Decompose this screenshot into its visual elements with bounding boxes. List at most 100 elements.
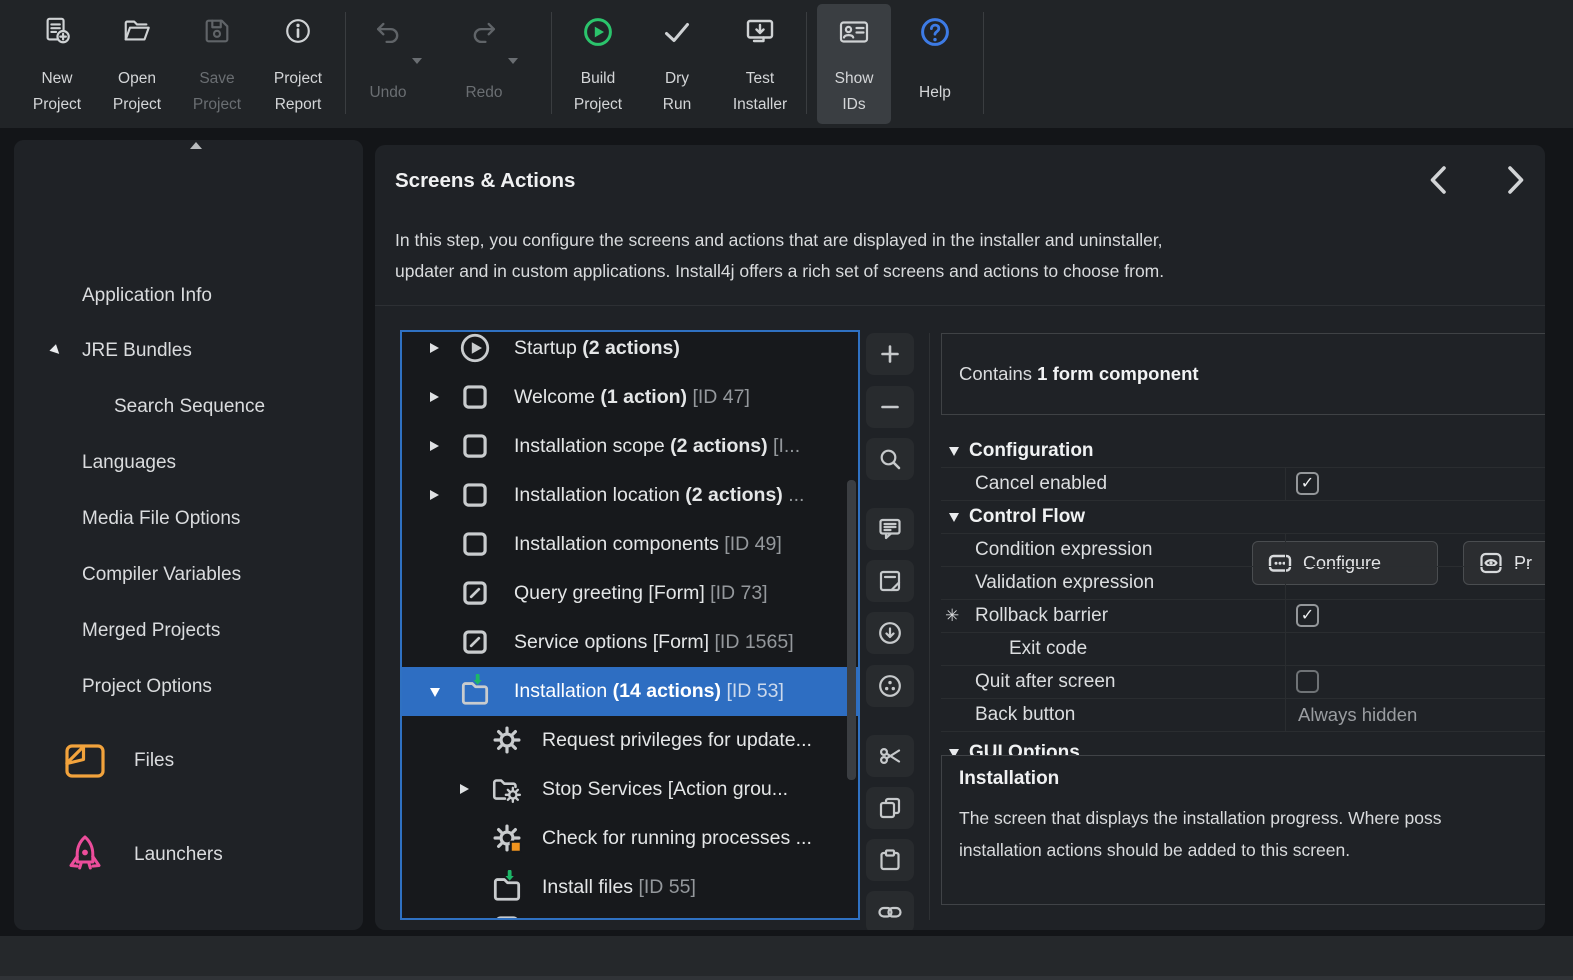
ribbon-button-build-project[interactable]: BuildProject	[561, 4, 635, 124]
ribbon-button-open-project[interactable]: OpenProject	[100, 4, 174, 124]
tree-expander-collapsed-icon[interactable]	[430, 441, 439, 451]
sidebar-item-languages[interactable]: Languages	[82, 448, 176, 478]
form-component-bar: Contains 1 form component Configure Pr	[941, 333, 1545, 415]
sidebar-item-jre-bundles[interactable]: JRE Bundles	[82, 336, 192, 366]
nav-previous-step-button[interactable]	[1425, 163, 1459, 197]
launchers-icon	[62, 832, 108, 878]
ribbon-button-project-report[interactable]: ProjectReport	[261, 4, 335, 124]
tree-row-welcome[interactable]: Welcome (1 action) [ID 47]	[402, 373, 858, 422]
tree-row-label: Request privileges for update...	[542, 716, 812, 765]
cut-button[interactable]	[866, 735, 914, 777]
ribbon-dropdown-arrow-icon[interactable]	[412, 58, 422, 64]
sidebar-item-launchers[interactable]: Launchers	[134, 840, 223, 870]
copy-button[interactable]	[866, 787, 914, 829]
sidebar-item-project-options[interactable]: Project Options	[82, 672, 212, 702]
ribbon-dropdown-arrow-icon[interactable]	[508, 58, 518, 64]
tree-row-id-badge: [I...	[773, 435, 800, 457]
tree-row-installation-components[interactable]: Installation components [ID 49]	[402, 520, 858, 569]
ribbon-button-undo[interactable]: Undo	[351, 4, 425, 124]
nav-next-step-button[interactable]	[1495, 163, 1529, 197]
remove-button[interactable]	[866, 386, 914, 428]
add-screen-button[interactable]	[866, 508, 914, 550]
property-value-cell[interactable]	[1285, 567, 1545, 599]
installer-icon	[62, 927, 108, 930]
gear-icon	[490, 723, 524, 757]
contains-label: Contains 1 form component	[959, 334, 1199, 414]
ribbon-button-test-installer[interactable]: TestInstaller	[723, 4, 797, 124]
add-icon	[877, 341, 903, 367]
ribbon-button-help[interactable]: Help	[898, 4, 972, 124]
property-value-cell[interactable]	[1285, 633, 1545, 665]
tree-scrollbar-thumb[interactable]	[847, 480, 856, 780]
sidebar-item-media-file-options[interactable]: Media File Options	[82, 504, 240, 534]
page-description-line2: updater and in custom applications. Inst…	[395, 256, 1164, 287]
expanded-indicator-icon[interactable]: ▶	[49, 342, 64, 357]
tree-expander-expanded-icon[interactable]	[430, 688, 440, 697]
tree-row-partial[interactable]	[402, 904, 858, 920]
section-collapse-icon[interactable]	[949, 447, 959, 456]
property-row-back-button: Back buttonAlways hidden	[941, 699, 1545, 732]
chevron-right-icon	[1495, 163, 1529, 197]
add-action-group-button[interactable]	[866, 665, 914, 707]
tree-expander-collapsed-icon[interactable]	[430, 343, 439, 353]
search-button[interactable]	[866, 438, 914, 480]
property-value-cell[interactable]: ✓	[1285, 468, 1545, 500]
contains-count: 1 form component	[1037, 363, 1198, 384]
sidebar-scroll-up-icon[interactable]	[190, 142, 202, 149]
page-description: In this step, you configure the screens …	[395, 225, 1164, 287]
tree-row-request-privileges-for-update[interactable]: Request privileges for update...	[402, 716, 858, 765]
ribbon-button-label: ShowIDs	[817, 66, 891, 118]
build-project-icon	[582, 16, 614, 48]
property-label: Validation expression	[975, 567, 1154, 599]
add-action-button[interactable]	[866, 612, 914, 654]
property-value-cell[interactable]: ✓	[1285, 600, 1545, 632]
ribbon-button-dry-run[interactable]: DryRun	[640, 4, 714, 124]
selection-description-line2: installation actions should be added to …	[959, 834, 1441, 866]
sidebar-item-search-sequence[interactable]: Search Sequence	[114, 392, 265, 422]
tree-row-service-options[interactable]: Service options [Form] [ID 1565]	[402, 618, 858, 667]
tree-row-query-greeting[interactable]: Query greeting [Form] [ID 73]	[402, 569, 858, 618]
tree-row-check-for-running-processes[interactable]: Check for running processes ...	[402, 814, 858, 863]
form-icon	[458, 576, 492, 610]
screens-actions-tree[interactable]: Startup (2 actions)Welcome (1 action) [I…	[400, 330, 860, 920]
remove-icon	[877, 394, 903, 420]
tree-expander-collapsed-icon[interactable]	[430, 490, 439, 500]
property-value-cell[interactable]	[1285, 534, 1545, 566]
redo-icon	[469, 16, 499, 46]
ribbon-button-label: ProjectReport	[261, 66, 335, 118]
sidebar-item-application-info[interactable]: Application Info	[82, 281, 212, 311]
rollback-barrier-checkbox[interactable]: ✓	[1296, 604, 1319, 627]
tree-row-installation-scope[interactable]: Installation scope (2 actions) [I...	[402, 422, 858, 471]
tree-row-startup[interactable]: Startup (2 actions)	[402, 330, 858, 373]
sidebar-item-files[interactable]: Files	[134, 746, 174, 776]
tree-row-installation[interactable]: Installation (14 actions) [ID 53]	[402, 667, 858, 716]
ribbon-button-new-project[interactable]: NewProject	[20, 4, 94, 124]
open-project-icon	[122, 16, 152, 46]
add-button[interactable]	[866, 333, 914, 375]
screen-icon	[458, 478, 492, 512]
tree-expander-collapsed-icon[interactable]	[460, 784, 469, 794]
cancel-enabled-checkbox[interactable]: ✓	[1296, 472, 1319, 495]
link-icon	[877, 899, 903, 925]
property-row-validation-expression: Validation expression	[941, 567, 1545, 600]
link-button[interactable]	[866, 891, 914, 930]
tree-row-stop-services[interactable]: Stop Services [Action grou...	[402, 765, 858, 814]
ribbon-button-show-ids[interactable]: ShowIDs	[817, 4, 891, 124]
ribbon-button-redo[interactable]: Redo	[447, 4, 521, 124]
property-value-cell[interactable]: Always hidden	[1285, 699, 1545, 731]
tree-row-installation-location[interactable]: Installation location (2 actions) ...	[402, 471, 858, 520]
paste-button[interactable]	[866, 839, 914, 881]
tree-row-id-badge: [ID 73]	[710, 582, 767, 604]
sidebar-item-merged-projects[interactable]: Merged Projects	[82, 616, 220, 646]
sidebar-item-compiler-variables[interactable]: Compiler Variables	[82, 560, 241, 590]
section-collapse-icon[interactable]	[949, 513, 959, 522]
ribbon-button-save-project[interactable]: SaveProject	[180, 4, 254, 124]
status-strip	[0, 936, 1573, 980]
property-value-cell[interactable]	[1285, 666, 1545, 698]
add-form-screen-button[interactable]	[866, 560, 914, 602]
quit-after-screen-checkbox[interactable]	[1296, 670, 1319, 693]
property-section-control-flow: Control Flow	[941, 501, 1545, 534]
form-icon	[458, 625, 492, 659]
property-label: Quit after screen	[975, 666, 1115, 698]
tree-expander-collapsed-icon[interactable]	[430, 392, 439, 402]
